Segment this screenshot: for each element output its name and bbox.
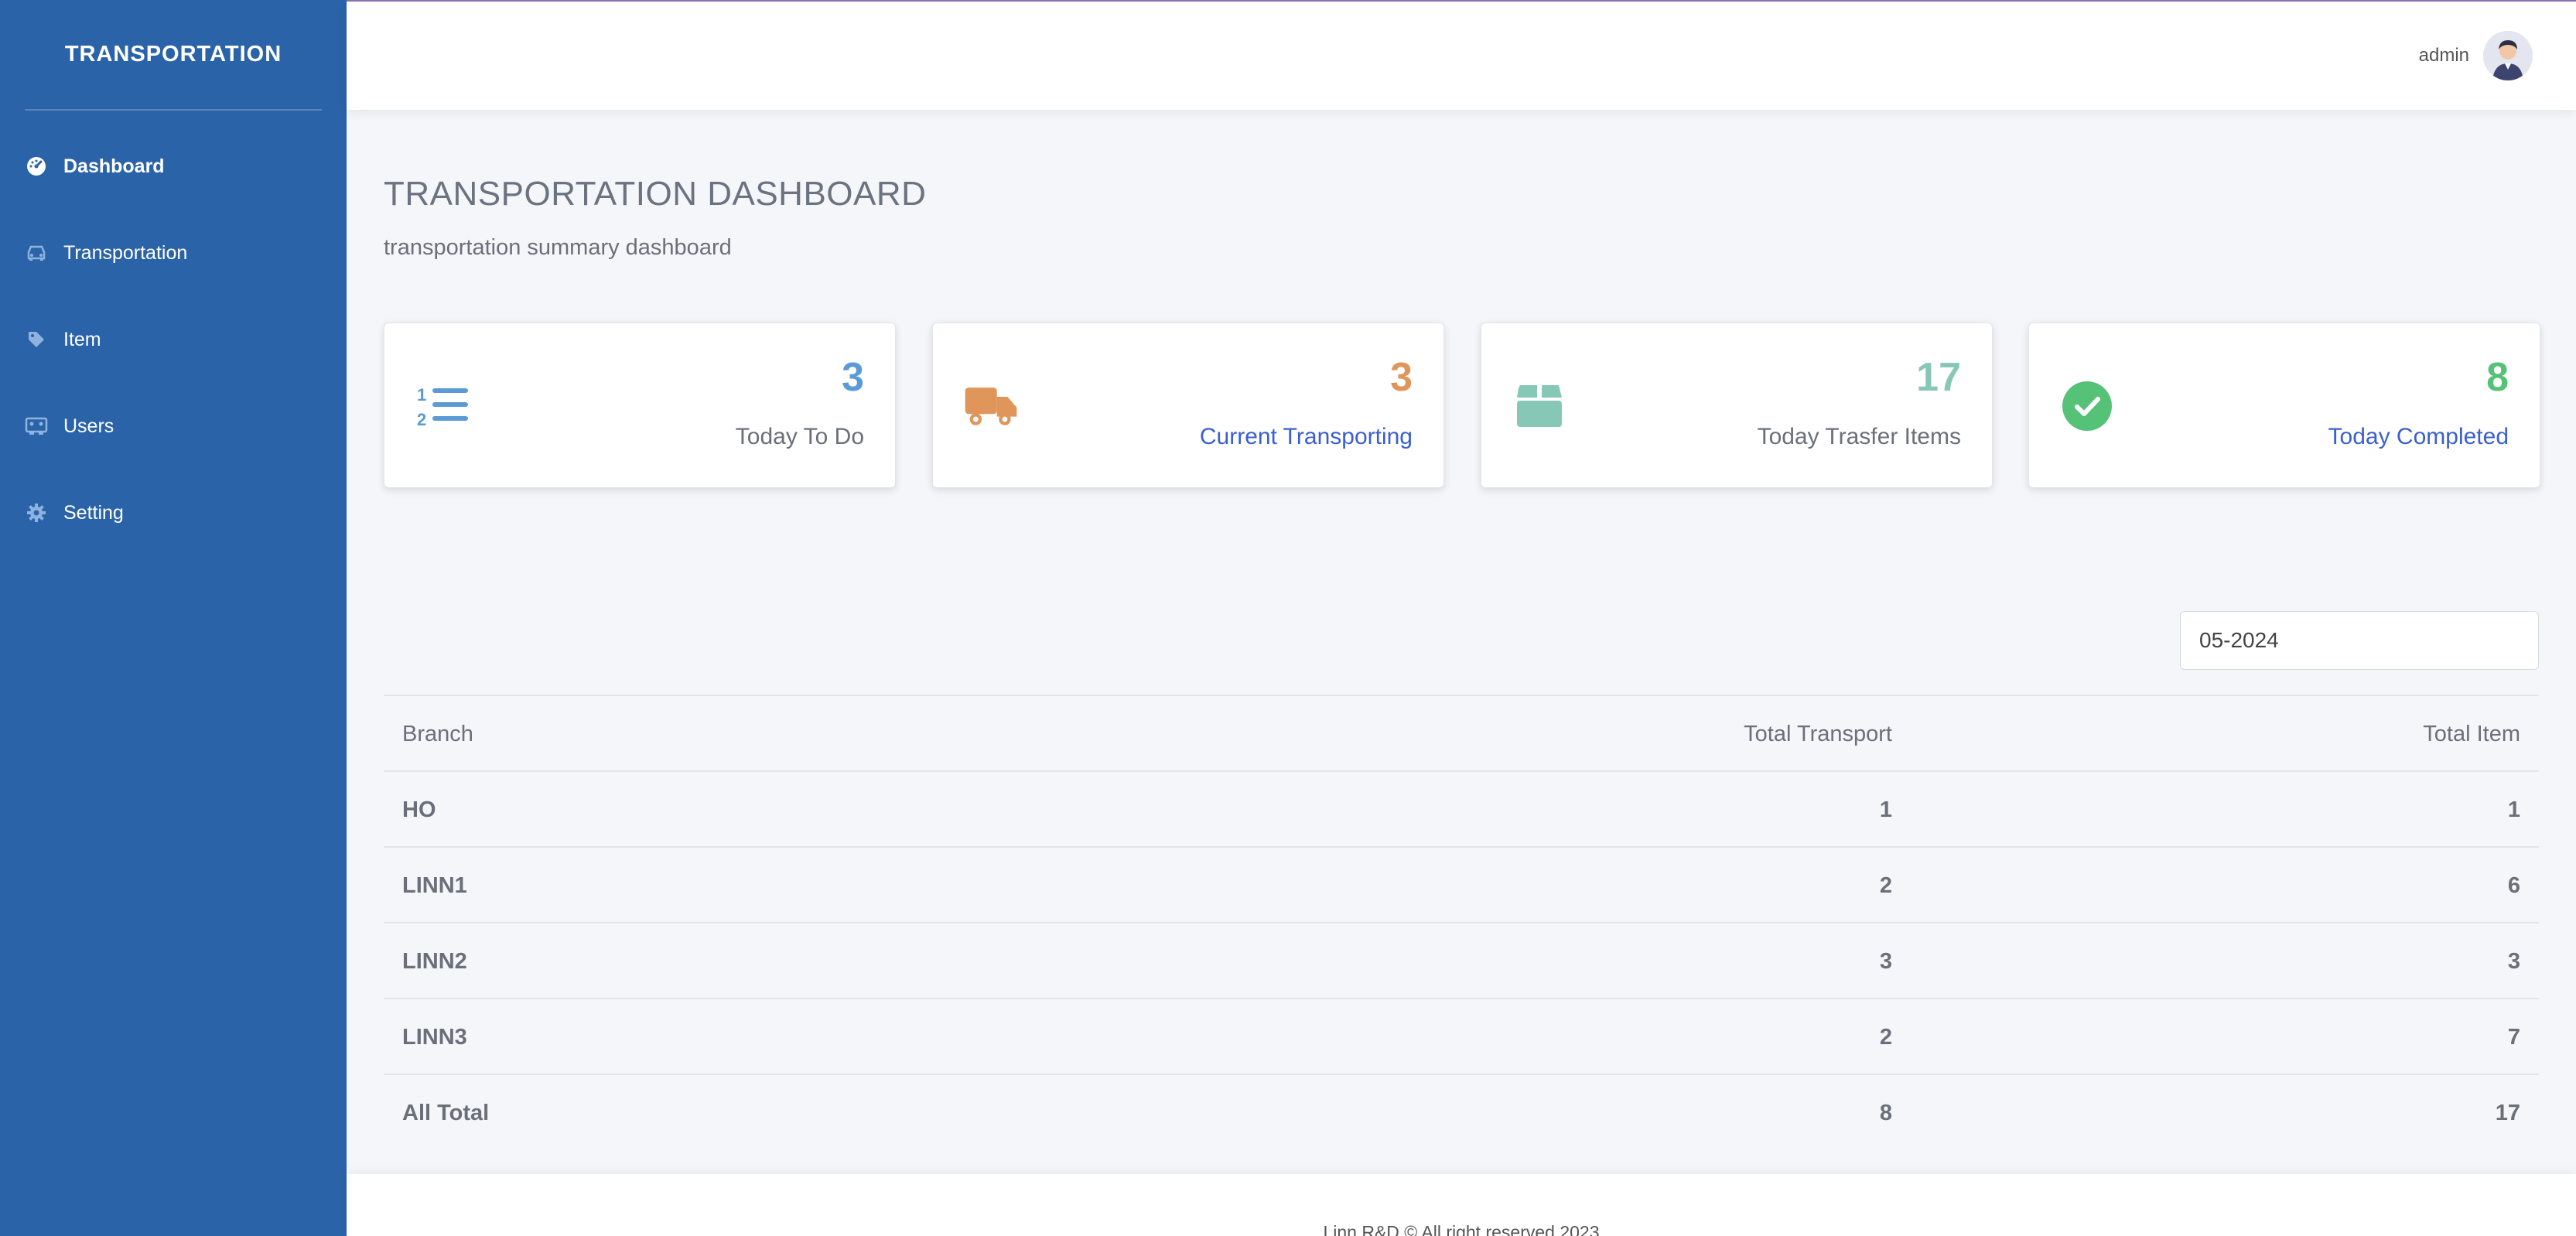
- cell-total-transport: 2: [1879, 1025, 1892, 1050]
- table-row: LINN1 2 6: [384, 846, 2539, 922]
- cell-total-item: 17: [2495, 1101, 2520, 1125]
- sidebar-item-item[interactable]: Item: [0, 312, 347, 367]
- cell-branch: All Total: [402, 1101, 490, 1125]
- table-row: LINN3 2 7: [384, 998, 2539, 1074]
- svg-text:2: 2: [417, 410, 426, 429]
- stat-value: 3: [842, 355, 864, 400]
- user-menu[interactable]: admin: [2419, 31, 2533, 80]
- cell-total-item: 7: [2507, 1025, 2520, 1050]
- svg-text:1: 1: [417, 385, 426, 405]
- table-row: LINN2 3 3: [384, 922, 2539, 998]
- page-subtitle: transportation summary dashboard: [384, 235, 732, 260]
- footer-text: Linn R&D © All right reserved 2023: [1323, 1222, 1600, 1236]
- stat-card-today-completed: 8 Today Completed: [2028, 323, 2540, 488]
- gear-icon: [25, 501, 48, 524]
- sidebar: TRANSPORTATION Dashboard Transportation …: [0, 0, 347, 1236]
- cell-branch: LINN1: [402, 873, 467, 898]
- cell-total-transport: 3: [1879, 949, 1892, 974]
- table-total-row: All Total 8 17: [384, 1074, 2539, 1149]
- box-icon: [1512, 379, 1566, 433]
- sidebar-item-label: Transportation: [63, 241, 188, 264]
- branch-summary-table: Branch Total Transport Total Item HO 1 1…: [384, 695, 2539, 1149]
- column-header-total-item: Total Item: [2423, 722, 2520, 746]
- stat-value: 8: [2486, 355, 2509, 400]
- page-title: TRANSPORTATION DASHBOARD: [384, 175, 927, 213]
- sidebar-item-label: Dashboard: [63, 155, 165, 177]
- avatar[interactable]: [2483, 31, 2533, 80]
- footer: Linn R&D © All right reserved 2023: [347, 1174, 2576, 1236]
- sidebar-item-label: Item: [63, 328, 101, 350]
- sidebar-item-transportation[interactable]: Transportation: [0, 226, 347, 280]
- brand-divider: [25, 109, 322, 111]
- username: admin: [2418, 45, 2469, 66]
- check-circle-icon: [2060, 379, 2114, 433]
- column-header-total-transport: Total Transport: [1744, 722, 1892, 746]
- stat-card-today-transfer-items: 17 Today Trasfer Items: [1481, 323, 1993, 488]
- cell-branch: LINN3: [402, 1025, 467, 1050]
- sidebar-item-label: Users: [63, 415, 114, 437]
- topbar: admin: [347, 0, 2576, 110]
- stat-label[interactable]: Today Completed: [2328, 424, 2509, 450]
- car-icon: [25, 241, 48, 265]
- stat-value: 17: [1916, 355, 1961, 400]
- stat-value: 3: [1390, 355, 1413, 400]
- stat-card-current-transporting: 3 Current Transporting: [932, 323, 1444, 488]
- cell-branch: HO: [402, 797, 436, 822]
- truck-icon: [964, 379, 1018, 433]
- cell-branch: LINN2: [402, 949, 467, 974]
- users-icon: [25, 415, 48, 438]
- cell-total-transport: 1: [1879, 797, 1892, 822]
- cell-total-transport: 8: [1879, 1101, 1892, 1125]
- cell-total-item: 6: [2507, 873, 2520, 898]
- stat-label: Today Trasfer Items: [1757, 424, 1961, 449]
- sidebar-item-setting[interactable]: Setting: [0, 486, 347, 540]
- list-ordered-icon: 12: [415, 379, 470, 433]
- column-header-branch: Branch: [402, 722, 473, 746]
- sidebar-item-users[interactable]: Users: [0, 399, 347, 453]
- table-header-row: Branch Total Transport Total Item: [384, 695, 2539, 770]
- tag-icon: [25, 328, 48, 351]
- month-filter-input[interactable]: [2180, 611, 2539, 670]
- cell-total-transport: 2: [1879, 873, 1892, 898]
- gauge-icon: [25, 155, 48, 178]
- table-row: HO 1 1: [384, 770, 2539, 846]
- stat-card-today-todo: 12 3 Today To Do: [384, 323, 896, 488]
- stat-label[interactable]: Current Transporting: [1200, 424, 1413, 450]
- stat-label: Today To Do: [735, 424, 864, 449]
- cell-total-item: 3: [2507, 949, 2520, 974]
- sidebar-item-label: Setting: [63, 501, 124, 524]
- cell-total-item: 1: [2507, 797, 2520, 822]
- sidebar-item-dashboard[interactable]: Dashboard: [0, 139, 347, 193]
- brand-title[interactable]: TRANSPORTATION: [0, 42, 347, 67]
